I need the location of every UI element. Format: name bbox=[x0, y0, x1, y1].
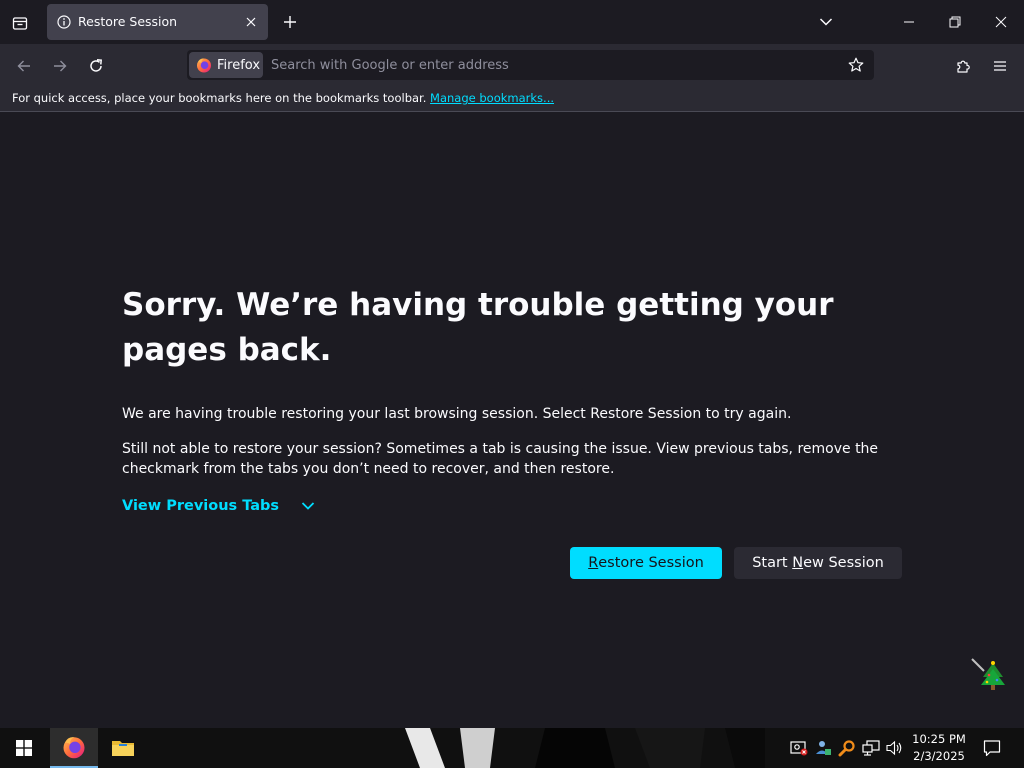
new-tab-button[interactable] bbox=[278, 10, 302, 34]
url-bar[interactable]: Firefox bbox=[187, 50, 874, 80]
chevron-down-icon bbox=[819, 18, 833, 26]
tray-search-button[interactable] bbox=[837, 738, 857, 758]
restore-label-rest: estore Session bbox=[598, 555, 704, 571]
chevron-down-icon bbox=[301, 502, 315, 510]
firefox-logo-icon bbox=[63, 737, 85, 759]
taskbar-firefox-button[interactable] bbox=[50, 728, 98, 768]
reload-icon bbox=[90, 59, 103, 72]
tab-close-button[interactable] bbox=[243, 14, 259, 30]
minimize-icon bbox=[904, 21, 914, 23]
tab-strip: Restore Session bbox=[0, 0, 1024, 44]
view-previous-tabs-toggle[interactable]: View Previous Tabs bbox=[122, 498, 315, 514]
taskbar-clock[interactable]: 10:25 PM 2/3/2025 bbox=[906, 731, 972, 765]
close-icon bbox=[995, 16, 1007, 28]
app-menu-button[interactable] bbox=[986, 52, 1014, 80]
error-description: We are having trouble restoring your las… bbox=[122, 406, 792, 422]
taskbar-file-explorer-button[interactable] bbox=[99, 728, 147, 768]
restore-window-button[interactable] bbox=[940, 8, 970, 36]
tab-overflow-button[interactable] bbox=[814, 10, 838, 34]
hamburger-menu-icon bbox=[994, 61, 1006, 71]
puzzle-icon bbox=[957, 60, 970, 73]
forward-button[interactable] bbox=[46, 52, 74, 80]
tray-security-button[interactable] bbox=[789, 738, 809, 758]
back-button[interactable] bbox=[10, 52, 38, 80]
bookmarks-toolbar: For quick access, place your bookmarks h… bbox=[0, 86, 1024, 112]
bookmarks-hint-text: For quick access, place your bookmarks h… bbox=[12, 91, 427, 105]
page-title: Sorry. We’re having trouble getting your… bbox=[122, 287, 834, 368]
view-previous-tabs-label: View Previous Tabs bbox=[122, 498, 280, 514]
tray-user-button[interactable] bbox=[813, 738, 833, 758]
new-session-label-rest: ew Session bbox=[803, 555, 884, 571]
manage-bookmarks-link[interactable]: Manage bookmarks... bbox=[430, 91, 554, 105]
network-icon bbox=[862, 740, 880, 756]
folder-icon bbox=[112, 741, 134, 756]
page-content: Sorry. We’re having trouble getting your… bbox=[0, 113, 1024, 728]
security-alert-icon bbox=[790, 741, 808, 756]
list-all-tabs-button[interactable] bbox=[6, 9, 34, 37]
speaker-icon bbox=[886, 740, 902, 756]
list-all-tabs-icon bbox=[12, 17, 28, 30]
minimize-button[interactable] bbox=[894, 8, 924, 36]
close-window-button[interactable] bbox=[986, 8, 1016, 36]
tray-network-button[interactable] bbox=[861, 738, 881, 758]
restore-accesskey: R bbox=[588, 555, 599, 571]
reload-button[interactable] bbox=[82, 52, 110, 80]
identity-box[interactable]: Firefox bbox=[189, 52, 263, 78]
close-icon bbox=[246, 17, 256, 27]
magnifier-icon bbox=[838, 740, 855, 757]
info-icon bbox=[57, 15, 71, 29]
firefox-logo-icon bbox=[197, 58, 211, 73]
error-help-text: Still not able to restore your session? … bbox=[122, 441, 879, 477]
bookmarks-empty-message: For quick access, place your bookmarks h… bbox=[12, 91, 554, 105]
star-icon bbox=[848, 57, 864, 72]
address-input[interactable] bbox=[271, 50, 831, 80]
plus-icon bbox=[284, 16, 296, 28]
restore-session-button[interactable]: Restore Session bbox=[570, 547, 722, 579]
extensions-button[interactable] bbox=[950, 52, 978, 80]
new-session-label-start: Start bbox=[752, 555, 793, 571]
tab-restore-session[interactable]: Restore Session bbox=[47, 4, 268, 40]
desktop-wallpaper bbox=[405, 728, 765, 768]
navigation-toolbar: Firefox bbox=[0, 44, 1024, 86]
christmas-tree-icon bbox=[971, 658, 1005, 690]
identity-label: Firefox bbox=[217, 57, 261, 73]
start-button[interactable] bbox=[0, 728, 48, 768]
clock-time: 10:25 PM bbox=[912, 732, 966, 746]
start-new-session-button[interactable]: Start New Session bbox=[734, 547, 902, 579]
tab-title: Restore Session bbox=[78, 14, 178, 29]
new-session-accesskey: N bbox=[792, 555, 804, 571]
back-arrow-icon bbox=[17, 60, 30, 72]
bookmark-page-button[interactable] bbox=[845, 54, 867, 76]
notification-icon bbox=[983, 740, 1001, 757]
action-center-button[interactable] bbox=[980, 736, 1004, 760]
clock-date: 2/3/2025 bbox=[913, 749, 965, 763]
tray-volume-button[interactable] bbox=[885, 738, 905, 758]
windows-logo-icon bbox=[16, 740, 32, 756]
forward-arrow-icon bbox=[54, 60, 67, 72]
taskbar: 10:25 PM 2/3/2025 bbox=[0, 728, 1024, 768]
restore-window-icon bbox=[949, 16, 961, 28]
user-network-icon bbox=[816, 741, 831, 755]
